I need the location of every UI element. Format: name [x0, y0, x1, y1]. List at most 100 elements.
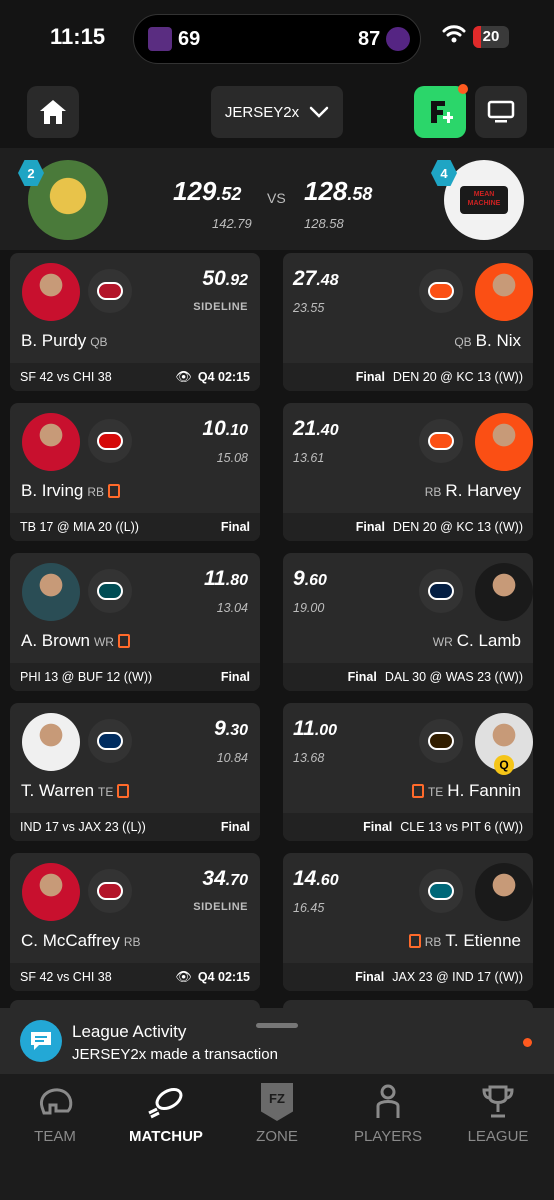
- game-status: Final: [347, 670, 377, 684]
- news-icon[interactable]: [117, 634, 130, 648]
- player-photo[interactable]: [22, 413, 80, 471]
- player-points: 21.40: [293, 417, 339, 440]
- game-info-row: TB 17 @ MIA 20 ((L)) Final: [10, 513, 260, 541]
- away-live-score: 87: [358, 28, 381, 50]
- vs-label: VS: [267, 190, 286, 206]
- game-score: CLE 13 vs PIT 6 ((W)): [400, 820, 523, 834]
- player-name-row: B. Purdy QB: [21, 331, 112, 351]
- player-name: B. Nix: [475, 331, 521, 350]
- battery-indicator: 20: [473, 26, 509, 48]
- player-points: 10.10: [202, 417, 248, 440]
- player-projection: 10.84: [216, 751, 248, 765]
- unread-dot: [523, 1038, 532, 1047]
- player-photo[interactable]: [22, 713, 80, 771]
- team-logo-icon: [419, 419, 463, 463]
- player-position: RB: [424, 935, 442, 949]
- trophy-icon: [482, 1085, 514, 1118]
- news-icon[interactable]: [411, 784, 424, 798]
- game-status: Q4 02:15: [197, 370, 250, 384]
- player-points: 14.60: [293, 867, 339, 890]
- player-position: RB: [424, 485, 442, 499]
- tab-league[interactable]: LEAGUE: [448, 1082, 548, 1145]
- game-status: Final: [220, 820, 250, 834]
- game-info-row: SF 42 vs CHI 38 👁 Q4 02:15: [10, 363, 260, 391]
- team-logo-icon: [419, 719, 463, 763]
- player-name: A. Brown: [21, 631, 90, 650]
- player-position: RB: [87, 485, 105, 499]
- news-icon[interactable]: [117, 784, 130, 798]
- player-card[interactable]: 21.40 13.61 RB R. Harvey Final DEN 20 @ KC 13…: [283, 403, 533, 541]
- person-icon: [376, 1084, 400, 1118]
- tab-team[interactable]: TEAM: [5, 1082, 105, 1145]
- player-photo[interactable]: [22, 263, 80, 321]
- team-selector[interactable]: JERSEY2x: [211, 86, 343, 138]
- news-icon[interactable]: [408, 934, 421, 948]
- player-card[interactable]: 11.80 13.04 A. Brown WR PHI 13 @ BUF 12 ((W)…: [10, 553, 260, 691]
- game-info-row: Final CLE 13 vs PIT 6 ((W)): [283, 813, 533, 841]
- player-projection: SIDELINE: [193, 901, 248, 913]
- team-logo-icon: [419, 569, 463, 613]
- monitor-icon: [487, 100, 515, 123]
- team-selector-label: JERSEY2x: [224, 103, 300, 121]
- player-photo[interactable]: [475, 863, 533, 921]
- player-projection: 23.55: [293, 301, 325, 315]
- injury-status-badge: Q: [494, 755, 514, 775]
- player-position: TE: [98, 785, 114, 799]
- player-photo[interactable]: [22, 563, 80, 621]
- tv-view-button[interactable]: [475, 86, 527, 138]
- game-status: Final: [363, 820, 393, 834]
- team-logo-icon: [88, 569, 132, 613]
- player-points: 9.60: [293, 567, 327, 590]
- battery-level: 20: [482, 28, 500, 45]
- player-card[interactable]: Q 11.00 13.68 TE H. Fannin Final CLE 13 vs PIT…: [283, 703, 533, 841]
- game-status: Q4 02:15: [197, 970, 250, 984]
- player-name-row: RB T. Etienne: [408, 931, 521, 951]
- drag-handle[interactable]: [256, 1023, 298, 1028]
- game-score: DEN 20 @ KC 13 ((W)): [392, 370, 523, 384]
- live-score-island[interactable]: 69 87: [133, 14, 421, 64]
- player-position: WR: [432, 635, 453, 649]
- player-card[interactable]: 9.30 10.84 T. Warren TE IND 17 vs JAX 23 ((L…: [10, 703, 260, 841]
- player-points: 11.00: [293, 717, 338, 740]
- player-photo[interactable]: [475, 563, 533, 621]
- status-bar: 11:15 69 87 20: [0, 0, 554, 78]
- player-name-row: C. McCaffrey RB: [21, 931, 145, 951]
- tab-zone[interactable]: FZ ZONE: [227, 1082, 327, 1145]
- player-position: WR: [93, 635, 114, 649]
- player-card[interactable]: 27.48 23.55 QB B. Nix Final DEN 20 @ KC 13 ((…: [283, 253, 533, 391]
- player-card[interactable]: 10.10 15.08 B. Irving RB TB 17 @ MIA 20 ((L)…: [10, 403, 260, 541]
- player-photo[interactable]: [22, 863, 80, 921]
- tab-matchup[interactable]: MATCHUP: [116, 1082, 216, 1145]
- eye-icon: 👁: [175, 969, 192, 984]
- game-score: JAX 23 @ IND 17 ((W)): [392, 970, 523, 984]
- home-button[interactable]: [27, 86, 79, 138]
- player-name-row: WR C. Lamb: [429, 631, 521, 651]
- player-photo[interactable]: [475, 413, 533, 471]
- game-info-row: Final JAX 23 @ IND 17 ((W)): [283, 963, 533, 991]
- player-projection: 13.61: [293, 451, 325, 465]
- player-points: 9.30: [214, 717, 248, 740]
- game-status: Final: [355, 520, 385, 534]
- news-icon[interactable]: [108, 484, 121, 498]
- tab-players[interactable]: PLAYERS: [338, 1082, 438, 1145]
- game-score: SF 42 vs CHI 38: [20, 370, 112, 384]
- game-info-row: IND 17 vs JAX 23 ((L)) Final: [10, 813, 260, 841]
- team-logo-icon: [419, 869, 463, 913]
- player-card[interactable]: 9.60 19.00 WR C. Lamb Final DAL 30 @ WAS 23 (…: [283, 553, 533, 691]
- team-logo-icon: [88, 869, 132, 913]
- player-photo[interactable]: [475, 263, 533, 321]
- player-card[interactable]: 34.70 SIDELINE C. McCaffrey RB SF 42 vs CHI …: [10, 853, 260, 991]
- fantasy-add-button[interactable]: [414, 84, 468, 138]
- player-position: QB: [454, 335, 472, 349]
- league-activity-bar[interactable]: League Activity JERSEY2x made a transact…: [0, 1008, 554, 1074]
- player-card[interactable]: 14.60 16.45 RB T. Etienne Final JAX 23 @ IND …: [283, 853, 533, 991]
- player-name: R. Harvey: [445, 481, 521, 500]
- game-info-row: Final DEN 20 @ KC 13 ((W)): [283, 363, 533, 391]
- game-score: DAL 30 @ WAS 23 ((W)): [384, 670, 523, 684]
- player-card[interactable]: 50.92 SIDELINE B. Purdy QB SF 42 vs CHI 38 👁 Q…: [10, 253, 260, 391]
- bottom-tab-bar: TEAM MATCHUP FZ ZONE PLAYERS LEAGUE: [0, 1074, 554, 1200]
- player-name-row: T. Warren TE: [21, 781, 130, 801]
- fz-shield-icon: FZ: [261, 1083, 293, 1121]
- player-name: C. Lamb: [456, 631, 521, 650]
- game-info-row: Final DAL 30 @ WAS 23 ((W)): [283, 663, 533, 691]
